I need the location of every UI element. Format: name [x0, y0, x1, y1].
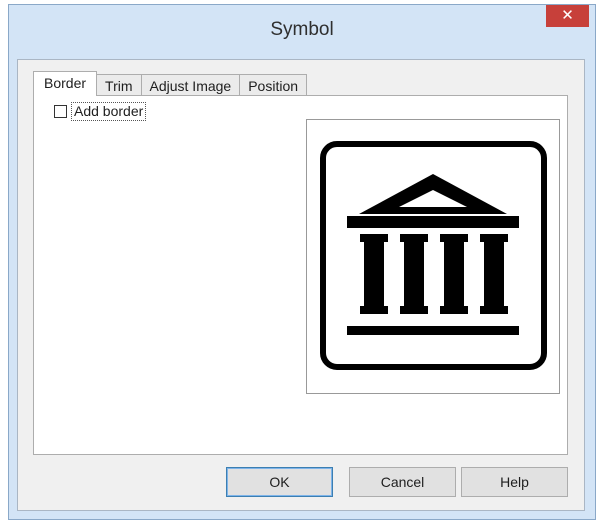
- ok-button[interactable]: OK: [226, 467, 333, 497]
- help-button[interactable]: Help: [461, 467, 568, 497]
- tab-adjust-image[interactable]: Adjust Image: [140, 74, 241, 96]
- columns: [360, 234, 508, 314]
- dialog-title: Symbol: [270, 19, 334, 40]
- stylobate: [347, 326, 519, 335]
- close-button[interactable]: ✕: [546, 5, 589, 27]
- tab-border[interactable]: Border: [33, 71, 98, 96]
- tab-trim[interactable]: Trim: [96, 74, 142, 96]
- cancel-button[interactable]: Cancel: [349, 467, 456, 497]
- dialog-client-area: Border Trim Adjust Image Position Add bo…: [17, 59, 585, 511]
- symbol-dialog: Symbol ✕ Border Trim Adjust Image Positi…: [8, 4, 596, 520]
- symbol-preview: [306, 119, 560, 394]
- museum-building-icon: [320, 141, 547, 370]
- add-border-label[interactable]: Add border: [71, 102, 147, 121]
- dialog-button-row: OK Cancel Help: [18, 467, 584, 497]
- tab-position[interactable]: Position: [239, 74, 308, 96]
- entablature: [347, 216, 519, 228]
- close-icon: ✕: [561, 7, 574, 24]
- add-border-checkbox[interactable]: [54, 105, 67, 118]
- title-bar[interactable]: Symbol ✕: [9, 5, 595, 55]
- border-tab-panel: Add border: [33, 95, 568, 455]
- tab-strip: Border Trim Adjust Image Position: [33, 71, 308, 96]
- add-border-option: Add border: [54, 102, 147, 121]
